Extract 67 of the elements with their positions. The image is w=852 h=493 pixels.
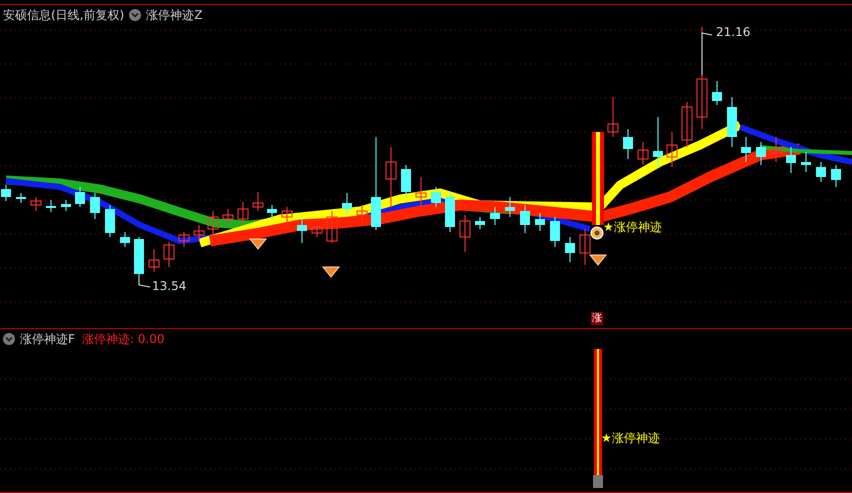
candlestick <box>608 96 618 138</box>
candlestick <box>148 248 160 272</box>
candlestick <box>312 222 322 238</box>
candlestick <box>282 206 292 226</box>
candlestick <box>120 232 130 248</box>
candlestick <box>550 216 560 248</box>
indicator-value: 涨停神迹: 0.00 <box>82 332 164 346</box>
candlestick <box>61 200 71 212</box>
signal-label: ★涨停神迹 <box>603 220 662 234</box>
candlestick <box>178 232 190 248</box>
signal-label: ★涨停神迹 <box>601 431 660 445</box>
candlestick <box>801 152 811 172</box>
candlestick <box>105 204 115 238</box>
candlestick <box>490 206 500 226</box>
candlestick <box>475 216 485 230</box>
candlestick <box>786 146 796 174</box>
candlestick <box>1 184 11 202</box>
candlestick <box>666 132 678 168</box>
candlestick <box>75 186 85 208</box>
candlestick <box>756 142 766 166</box>
candlestick <box>356 204 368 222</box>
candlestick <box>416 176 426 210</box>
leader-line <box>702 32 712 76</box>
candlestick <box>252 192 264 212</box>
candlestick <box>386 146 396 208</box>
candlestick <box>638 142 648 166</box>
candlestick <box>16 192 26 204</box>
low-price-label: 13.54 <box>152 279 186 293</box>
candlestick <box>90 192 100 220</box>
candlestick <box>208 210 218 236</box>
candlestick <box>238 202 248 224</box>
candlestick <box>164 242 174 268</box>
candlestick <box>712 80 722 106</box>
candlestick <box>580 228 590 266</box>
candlestick <box>134 236 144 278</box>
high-price-label: 21.16 <box>716 25 750 39</box>
candlestick <box>401 164 411 198</box>
stock-title: 安硕信息(日线,前复权) <box>3 8 124 22</box>
candlestick <box>623 128 633 160</box>
candlestick <box>445 192 455 232</box>
candlestick <box>194 224 204 242</box>
candlestick <box>741 136 751 162</box>
candlestick <box>326 210 338 244</box>
candlestick <box>535 212 545 232</box>
candlestick <box>431 186 441 208</box>
candlestick <box>727 96 737 148</box>
candlestick <box>222 208 234 226</box>
candlestick <box>46 200 56 212</box>
candlestick <box>342 192 352 216</box>
indicator-name: 涨停神迹F <box>20 332 75 346</box>
dropdown-icon[interactable] <box>129 9 142 21</box>
candlestick <box>505 196 515 218</box>
signal-badge: 涨 <box>591 312 603 325</box>
indicator-name: 涨停神迹Z <box>146 8 202 22</box>
candlestick <box>520 204 530 234</box>
dropdown-icon[interactable] <box>3 333 15 345</box>
candlestick <box>297 216 307 244</box>
candlestick <box>460 214 470 252</box>
leader-line <box>138 278 150 288</box>
candlestick <box>30 196 42 212</box>
candlestick <box>682 102 692 148</box>
candlestick <box>653 116 663 168</box>
candlestick <box>565 236 575 262</box>
candlestick <box>831 164 841 188</box>
candlestick <box>267 204 277 220</box>
candlestick <box>816 162 826 182</box>
candlestick <box>770 136 782 162</box>
